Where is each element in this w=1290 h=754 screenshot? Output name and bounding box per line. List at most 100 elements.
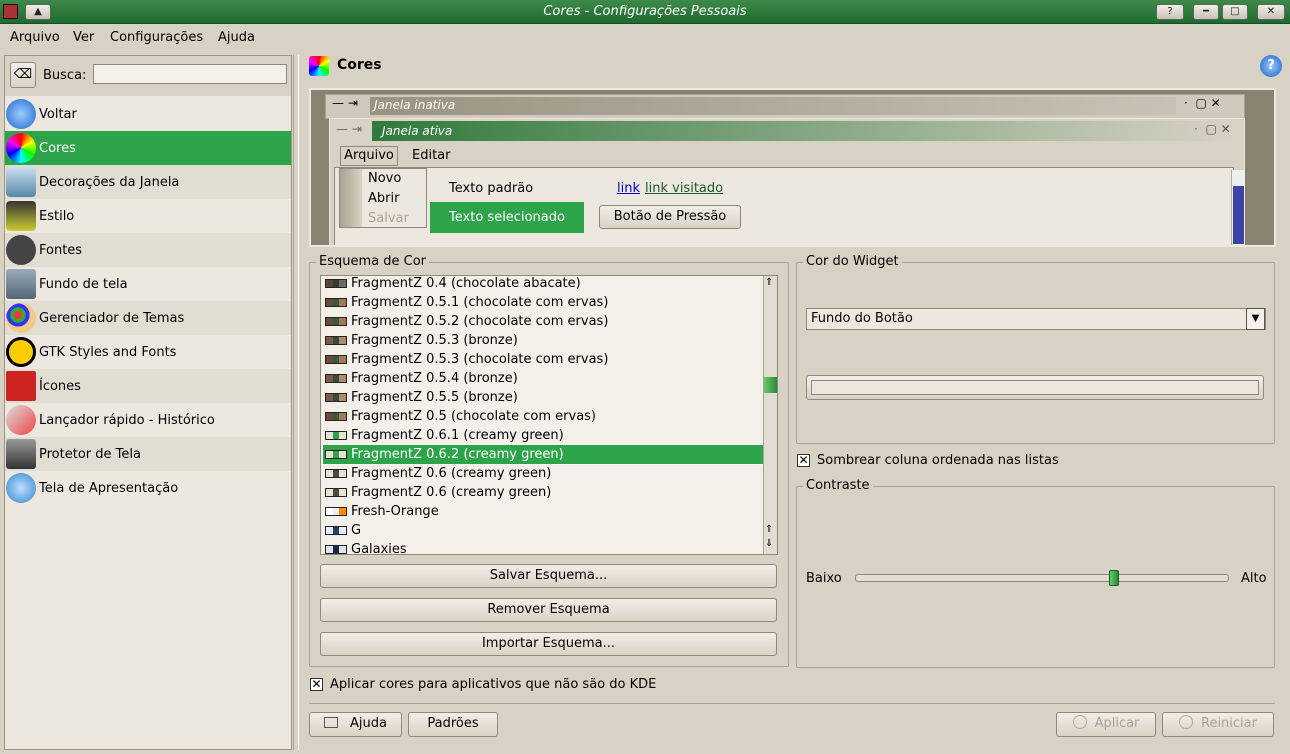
scheme-item[interactable]: FragmentZ 0.6.2 (creamy green) bbox=[322, 444, 764, 465]
save-scheme-button[interactable]: Salvar Esquema... bbox=[320, 564, 777, 588]
scheme-item-label: Fresh-Orange bbox=[351, 504, 439, 519]
scheme-item-label: FragmentZ 0.4 (chocolate abacate) bbox=[351, 276, 581, 291]
scheme-label: Esquema de Cor bbox=[316, 254, 429, 269]
widget-color-label: Cor do Widget bbox=[803, 254, 902, 269]
remove-scheme-button[interactable]: Remover Esquema bbox=[320, 598, 777, 622]
apply-button[interactable]: Aplicar bbox=[1056, 712, 1156, 737]
import-scheme-button[interactable]: Importar Esquema... bbox=[320, 632, 777, 656]
sidebar-item-fundo[interactable]: Fundo de tela bbox=[5, 267, 291, 301]
scheme-swatch bbox=[325, 279, 347, 288]
rocket-icon bbox=[6, 405, 36, 435]
scheme-item-label: FragmentZ 0.5.5 (bronze) bbox=[351, 390, 518, 405]
main-panel: Cores ? — ⇥ Janela inativa · ▢ ✕ — ⇥ Jan… bbox=[300, 52, 1290, 754]
scheme-item-label: FragmentZ 0.5 (chocolate com ervas) bbox=[351, 409, 597, 424]
contrast-slider-handle[interactable] bbox=[1109, 570, 1119, 586]
clear-search-button[interactable]: ⌫ bbox=[10, 62, 36, 88]
search-input[interactable] bbox=[93, 64, 287, 84]
scheme-scrollbar[interactable]: ⇑ ⇑ ⇓ bbox=[763, 276, 777, 554]
apply-icon bbox=[1072, 715, 1087, 729]
sidebar-item-cores[interactable]: Cores bbox=[5, 131, 291, 165]
scheme-item[interactable]: FragmentZ 0.6.1 (creamy green) bbox=[323, 426, 763, 445]
menu-ajuda[interactable]: Ajuda bbox=[218, 30, 255, 45]
scheme-swatch bbox=[325, 431, 347, 440]
scheme-swatch bbox=[325, 393, 347, 402]
scheme-item[interactable]: FragmentZ 0.5.1 (chocolate com ervas) bbox=[323, 293, 763, 312]
scroll-up-icon[interactable]: ⇑ bbox=[765, 277, 773, 288]
menu-arquivo[interactable]: Arquivo bbox=[10, 30, 60, 45]
sidebar: ⌫ Busca: Voltar Cores Decorações da Jane… bbox=[4, 55, 292, 750]
scheme-item[interactable]: FragmentZ 0.6 (creamy green) bbox=[323, 483, 763, 502]
minimize-button[interactable]: ━ bbox=[1193, 4, 1219, 20]
scheme-swatch bbox=[325, 355, 347, 364]
reset-button[interactable]: Reiniciar bbox=[1162, 712, 1274, 737]
book-icon bbox=[324, 717, 339, 728]
scheme-item[interactable]: FragmentZ 0.5.4 (bronze) bbox=[323, 369, 763, 388]
scheme-item[interactable]: FragmentZ 0.5.3 (chocolate com ervas) bbox=[323, 350, 763, 369]
sidebar-item-decoracoes[interactable]: Decorações da Janela bbox=[5, 165, 291, 199]
apply-non-kde-checkbox[interactable]: ✕ bbox=[310, 678, 323, 691]
scheme-swatch bbox=[325, 450, 347, 459]
sidebar-item-protetor[interactable]: Protetor de Tela bbox=[5, 437, 291, 471]
widget-color-button[interactable] bbox=[806, 375, 1264, 400]
menu-ver[interactable]: Ver bbox=[73, 30, 94, 45]
maximize-button[interactable]: □ bbox=[1222, 4, 1248, 20]
scheme-item[interactable]: Galaxies bbox=[323, 540, 763, 554]
window-title: Cores - Configurações Pessoais bbox=[543, 4, 747, 19]
scheme-item[interactable]: FragmentZ 0.4 (chocolate abacate) bbox=[323, 276, 763, 293]
scheme-list[interactable]: FragmentZ 0.4 (chocolate abacate) Fragmen… bbox=[320, 275, 778, 555]
inactive-window: — ⇥ Janela inativa · ▢ ✕ bbox=[325, 94, 1245, 119]
sidebar-item-temas[interactable]: Gerenciador de Temas bbox=[5, 301, 291, 335]
scheme-item[interactable]: FragmentZ 0.6 (creamy green) bbox=[323, 464, 763, 483]
scroll-up-icon-2[interactable]: ⇑ bbox=[765, 524, 773, 535]
scheme-item[interactable]: FragmentZ 0.5.3 (bronze) bbox=[323, 331, 763, 350]
color-preview[interactable]: — ⇥ Janela inativa · ▢ ✕ — ⇥ Janela ativ… bbox=[309, 88, 1276, 247]
shade-sorted-label: Sombrear coluna ordenada nas listas bbox=[817, 453, 1059, 468]
color-module-icon bbox=[309, 56, 329, 76]
contrast-slider[interactable] bbox=[855, 570, 1229, 586]
sidebar-item-gtk[interactable]: GTK Styles and Fonts bbox=[5, 335, 291, 369]
scheme-item[interactable]: FragmentZ 0.5.2 (chocolate com ervas) bbox=[323, 312, 763, 331]
pin-icon: — ⇥ bbox=[332, 96, 358, 110]
footer-divider bbox=[309, 703, 1275, 704]
preview-menu-editar: Editar bbox=[412, 148, 451, 163]
contrast-label: Contraste bbox=[803, 478, 873, 493]
scheme-item-label: FragmentZ 0.6 (creamy green) bbox=[351, 485, 552, 500]
defaults-button[interactable]: Padrões bbox=[408, 712, 498, 737]
wallpaper-icon bbox=[6, 269, 36, 299]
scheme-swatch bbox=[325, 488, 347, 497]
help-button[interactable]: Ajuda bbox=[309, 712, 402, 737]
sidebar-item-lancador[interactable]: Lançador rápido - Histórico bbox=[5, 403, 291, 437]
color-wheel-icon bbox=[6, 133, 36, 163]
active-pin-icon: — ⇥ bbox=[336, 122, 362, 136]
sidebar-item-apresentacao[interactable]: Tela de Apresentação bbox=[5, 471, 291, 505]
chevron-down-icon[interactable]: ▼ bbox=[1246, 308, 1265, 330]
window-titlebar[interactable]: ▲ Cores - Configurações Pessoais ? ━ □ ✕ bbox=[0, 0, 1290, 24]
scheme-item-label: FragmentZ 0.5.2 (chocolate com ervas) bbox=[351, 314, 609, 329]
scheme-item[interactable]: Fresh-Orange bbox=[323, 502, 763, 521]
scroll-down-icon[interactable]: ⇓ bbox=[765, 538, 773, 549]
help-icon[interactable]: ? bbox=[1260, 55, 1282, 77]
menubar: Arquivo Ver Configurações Ajuda bbox=[0, 25, 1290, 51]
sidebar-splitter[interactable] bbox=[293, 55, 299, 750]
sidebar-item-icones[interactable]: Ícones bbox=[5, 369, 291, 403]
active-title: Janela ativa bbox=[382, 124, 453, 138]
widget-color-group: Cor do Widget Fundo do Botão ▼ bbox=[796, 254, 1275, 444]
scheme-swatch bbox=[325, 317, 347, 326]
scroll-thumb[interactable] bbox=[764, 377, 777, 393]
scheme-item-label: FragmentZ 0.5.3 (chocolate com ervas) bbox=[351, 352, 609, 367]
menu-configuracoes[interactable]: Configurações bbox=[110, 30, 203, 45]
widget-select[interactable]: Fundo do Botão ▼ bbox=[806, 308, 1266, 330]
sidebar-item-fontes[interactable]: Fontes bbox=[5, 233, 291, 267]
shade-sorted-checkbox[interactable]: ✕ bbox=[797, 454, 810, 467]
scheme-item[interactable]: G bbox=[323, 521, 763, 540]
preview-menu-arquivo: Arquivo bbox=[340, 146, 398, 166]
scheme-item[interactable]: FragmentZ 0.5.5 (bronze) bbox=[323, 388, 763, 407]
preview-push-button: Botão de Pressão bbox=[599, 205, 741, 229]
sidebar-item-estilo[interactable]: Estilo bbox=[5, 199, 291, 233]
sidebar-item-voltar[interactable]: Voltar bbox=[5, 97, 291, 131]
scheme-item[interactable]: FragmentZ 0.5 (chocolate com ervas) bbox=[323, 407, 763, 426]
help-title-button[interactable]: ? bbox=[1156, 4, 1184, 20]
close-button[interactable]: ✕ bbox=[1257, 4, 1285, 20]
font-icon bbox=[6, 235, 36, 265]
scheme-item-label: FragmentZ 0.6.2 (creamy green) bbox=[351, 447, 564, 462]
